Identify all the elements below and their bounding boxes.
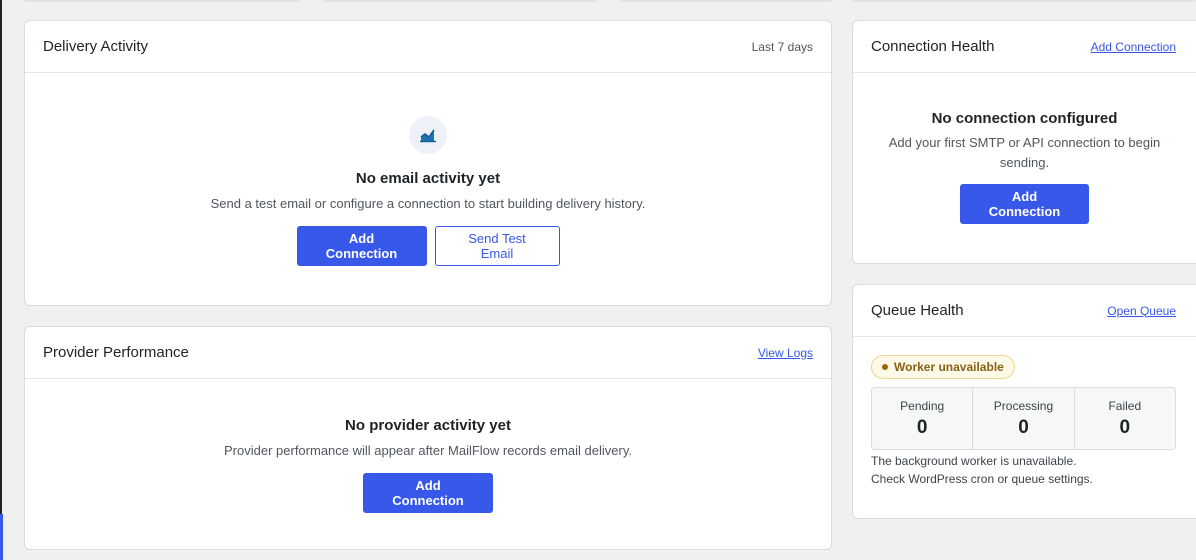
provider-performance-empty-state: No provider activity yet Provider perfor… xyxy=(25,379,831,513)
delivery-activity-header: Delivery Activity Last 7 days xyxy=(25,21,831,73)
connection-health-title: Connection Health xyxy=(871,38,995,55)
worker-status-badge: Worker unavailable xyxy=(871,355,1015,379)
add-connection-button[interactable]: Add Connection xyxy=(960,184,1089,224)
summary-card-stub-3 xyxy=(620,0,832,2)
stat-processing: Processing 0 xyxy=(973,388,1075,449)
empty-state-description-line-1: Add your first SMTP or API connection to… xyxy=(888,135,1161,150)
connection-health-empty-state: No connection configured Add your first … xyxy=(853,73,1196,224)
empty-state-description: Provider performance will appear after M… xyxy=(224,443,632,458)
queue-note-line-1: The background worker is unavailable. xyxy=(871,454,1077,468)
delivery-activity-title: Delivery Activity xyxy=(43,38,149,55)
stat-value: 0 xyxy=(916,417,928,438)
queue-note-line-2: Check WordPress cron or queue settings. xyxy=(871,472,1093,486)
empty-state-actions: Add Connection Send Test Email xyxy=(296,226,560,266)
stat-value: 0 xyxy=(1018,417,1029,438)
open-queue-link[interactable]: Open Queue xyxy=(1107,304,1176,318)
connection-health-card: Connection Health Add Connection No conn… xyxy=(852,20,1196,264)
queue-health-title: Queue Health xyxy=(871,302,964,319)
admin-sidebar-active-indicator xyxy=(0,514,3,560)
summary-card-stub-4 xyxy=(852,0,1196,2)
stat-label: Processing xyxy=(993,399,1054,413)
provider-performance-header: Provider Performance View Logs xyxy=(25,327,831,379)
empty-state-title: No provider activity yet xyxy=(345,417,511,434)
date-range-label: Last 7 days xyxy=(751,39,813,54)
stat-pending: Pending 0 xyxy=(872,388,974,449)
add-connection-button[interactable]: Add Connection xyxy=(296,226,427,266)
queue-health-header: Queue Health Open Queue xyxy=(853,285,1196,337)
empty-state-description: Send a test email or configure a connect… xyxy=(210,196,646,211)
add-connection-link[interactable]: Add Connection xyxy=(1091,40,1176,54)
empty-state-title: No email activity yet xyxy=(355,170,501,187)
line-chart-icon xyxy=(409,116,447,154)
stat-label: Pending xyxy=(900,399,945,413)
delivery-activity-card: Delivery Activity Last 7 days No email a… xyxy=(24,20,832,306)
stat-label: Failed xyxy=(1108,399,1142,413)
delivery-activity-empty-state: No email activity yet Send a test email … xyxy=(25,73,831,266)
queue-stats: Pending 0 Processing 0 Failed 0 xyxy=(871,387,1176,450)
queue-health-body: Worker unavailable Pending 0 Processing … xyxy=(853,337,1196,488)
send-test-email-button[interactable]: Send Test Email xyxy=(434,226,560,266)
add-connection-button[interactable]: Add Connection xyxy=(363,473,493,513)
worker-status-text: Worker unavailable xyxy=(894,360,1004,374)
queue-health-card: Queue Health Open Queue Worker unavailab… xyxy=(852,284,1196,519)
stat-value: 0 xyxy=(1119,417,1131,438)
summary-card-stub-2 xyxy=(322,0,598,2)
status-dot-icon xyxy=(882,364,888,370)
summary-card-stub-1 xyxy=(24,0,300,2)
empty-state-title: No connection configured xyxy=(931,110,1118,127)
empty-state-description-line-2: sending. xyxy=(999,155,1050,170)
view-logs-link[interactable]: View Logs xyxy=(758,346,813,360)
provider-performance-title: Provider Performance xyxy=(43,344,189,361)
provider-performance-card: Provider Performance View Logs No provid… xyxy=(24,326,832,550)
stat-failed: Failed 0 xyxy=(1075,388,1175,449)
admin-sidebar-edge xyxy=(0,0,2,560)
connection-health-header: Connection Health Add Connection xyxy=(853,21,1196,73)
